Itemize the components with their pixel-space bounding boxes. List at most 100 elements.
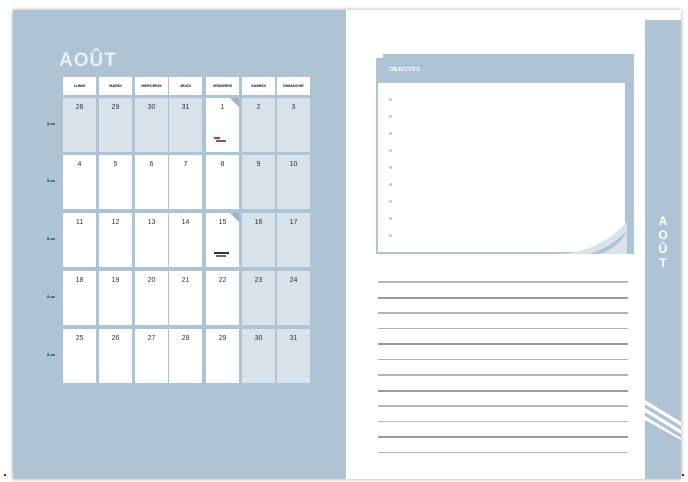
day-cell[interactable]: 31 — [277, 329, 310, 383]
day-number: 16 — [254, 219, 263, 226]
day-cell[interactable]: 24 — [277, 271, 310, 325]
weekday-header: DIMANCHE — [277, 77, 310, 95]
day-number: 7 — [183, 161, 188, 168]
day-number: 10 — [289, 161, 298, 168]
note-line[interactable] — [378, 327, 628, 329]
day-number: 12 — [111, 219, 120, 226]
day-cell[interactable]: 22 — [206, 271, 239, 325]
day-cell[interactable]: 6 — [135, 155, 168, 209]
note-line[interactable] — [378, 296, 628, 299]
day-cell[interactable]: 19 — [99, 271, 132, 325]
objective-bullet-icon — [389, 217, 392, 220]
note-line[interactable] — [378, 420, 628, 422]
day-cell[interactable]: 3 — [277, 98, 310, 152]
day-cell[interactable]: 16 — [242, 213, 275, 267]
note-line[interactable] — [378, 312, 628, 314]
day-number: 13 — [147, 219, 156, 226]
day-number: 11 — [75, 219, 84, 226]
day-number: 25 — [75, 335, 84, 342]
day-number: 14 — [181, 219, 190, 226]
objective-bullet-icon — [389, 132, 392, 135]
weekday-header: MERCREDI — [135, 77, 168, 95]
day-cell[interactable]: 21 — [169, 271, 202, 325]
week-number-label: S.xx — [47, 122, 55, 126]
day-number: 9 — [256, 161, 261, 168]
event-corner-icon — [230, 213, 239, 222]
day-cell[interactable]: 23 — [242, 271, 275, 325]
note-line[interactable] — [378, 436, 628, 438]
day-number: 19 — [111, 277, 120, 284]
objective-bullet-icon — [389, 234, 392, 237]
crop-mark — [682, 474, 684, 476]
note-line[interactable] — [378, 281, 628, 283]
note-line[interactable] — [378, 405, 628, 407]
day-number: 27 — [147, 335, 156, 342]
day-cell[interactable]: 8 — [206, 155, 239, 209]
day-cell[interactable]: 14 — [169, 213, 202, 267]
day-number: 30 — [254, 335, 263, 342]
note-line[interactable] — [378, 358, 628, 360]
day-cell[interactable]: 18 — [63, 271, 96, 325]
day-cell[interactable]: 11 — [63, 213, 96, 267]
notes-page: OBJECTIFS AOÛT — [346, 10, 681, 479]
day-number: 28 — [75, 104, 84, 111]
day-number: 17 — [289, 219, 298, 226]
day-cell[interactable]: 15 — [206, 213, 239, 267]
day-cell[interactable]: 30 — [242, 329, 275, 383]
side-tab-letter: T — [659, 256, 667, 270]
objective-bullet-icon — [389, 200, 392, 203]
day-cell[interactable]: 20 — [135, 271, 168, 325]
objective-bullet-icon — [389, 115, 392, 118]
day-cell[interactable]: 10 — [277, 155, 310, 209]
day-cell[interactable]: 2 — [242, 98, 275, 152]
note-line[interactable] — [378, 451, 628, 453]
day-number: 29 — [111, 104, 120, 111]
page-curl-icon — [559, 222, 627, 254]
day-cell[interactable]: 29 — [99, 98, 132, 152]
day-number: 21 — [181, 277, 190, 284]
week-number-label: S.xx — [47, 237, 55, 241]
note-line[interactable] — [378, 374, 628, 376]
day-number: 6 — [149, 161, 154, 168]
stripes-decoration — [645, 400, 681, 440]
month-title: AOÛT — [59, 50, 117, 71]
day-cell[interactable]: 29 — [206, 329, 239, 383]
day-cell[interactable]: 13 — [135, 213, 168, 267]
day-cell[interactable]: 4 — [63, 155, 96, 209]
event-marker — [214, 137, 230, 144]
day-cell[interactable]: 9 — [242, 155, 275, 209]
side-tab-label: AOÛT — [645, 214, 681, 270]
objective-bullet-icon — [389, 166, 392, 169]
day-number: 26 — [111, 335, 120, 342]
day-cell[interactable]: 25 — [63, 329, 96, 383]
day-number: 29 — [218, 335, 227, 342]
objective-bullet-icon — [389, 149, 392, 152]
day-cell[interactable]: 28 — [169, 329, 202, 383]
day-number: 30 — [147, 104, 156, 111]
day-cell[interactable]: 17 — [277, 213, 310, 267]
day-cell[interactable]: 7 — [169, 155, 202, 209]
objectives-title: OBJECTIFS — [389, 67, 420, 73]
day-number: 2 — [256, 104, 261, 111]
day-cell[interactable]: 26 — [99, 329, 132, 383]
week-number-label: S.xx — [47, 179, 55, 183]
event-marker — [214, 252, 230, 259]
weekday-header: MARDI — [99, 77, 132, 95]
planner-spread: AOÛT LUNDI MARDI MERCREDI JEUDI VENDREDI SAME… — [13, 10, 681, 479]
day-number: 23 — [254, 277, 263, 284]
weekday-header: VENDREDI — [206, 77, 239, 95]
day-cell[interactable]: 28 — [63, 98, 96, 152]
day-cell[interactable]: 1 — [206, 98, 239, 152]
day-cell[interactable]: 12 — [99, 213, 132, 267]
note-line[interactable] — [378, 343, 628, 345]
note-line[interactable] — [378, 389, 628, 392]
day-cell[interactable]: 30 — [135, 98, 168, 152]
calendar-page: AOÛT LUNDI MARDI MERCREDI JEUDI VENDREDI SAME… — [13, 10, 346, 479]
weekday-header: LUNDI — [63, 77, 96, 95]
day-cell[interactable]: 27 — [135, 329, 168, 383]
day-number: 22 — [218, 277, 227, 284]
day-cell[interactable]: 31 — [169, 98, 202, 152]
day-number: 18 — [75, 277, 84, 284]
week-number-label: S.xx — [47, 353, 55, 357]
day-cell[interactable]: 5 — [99, 155, 132, 209]
